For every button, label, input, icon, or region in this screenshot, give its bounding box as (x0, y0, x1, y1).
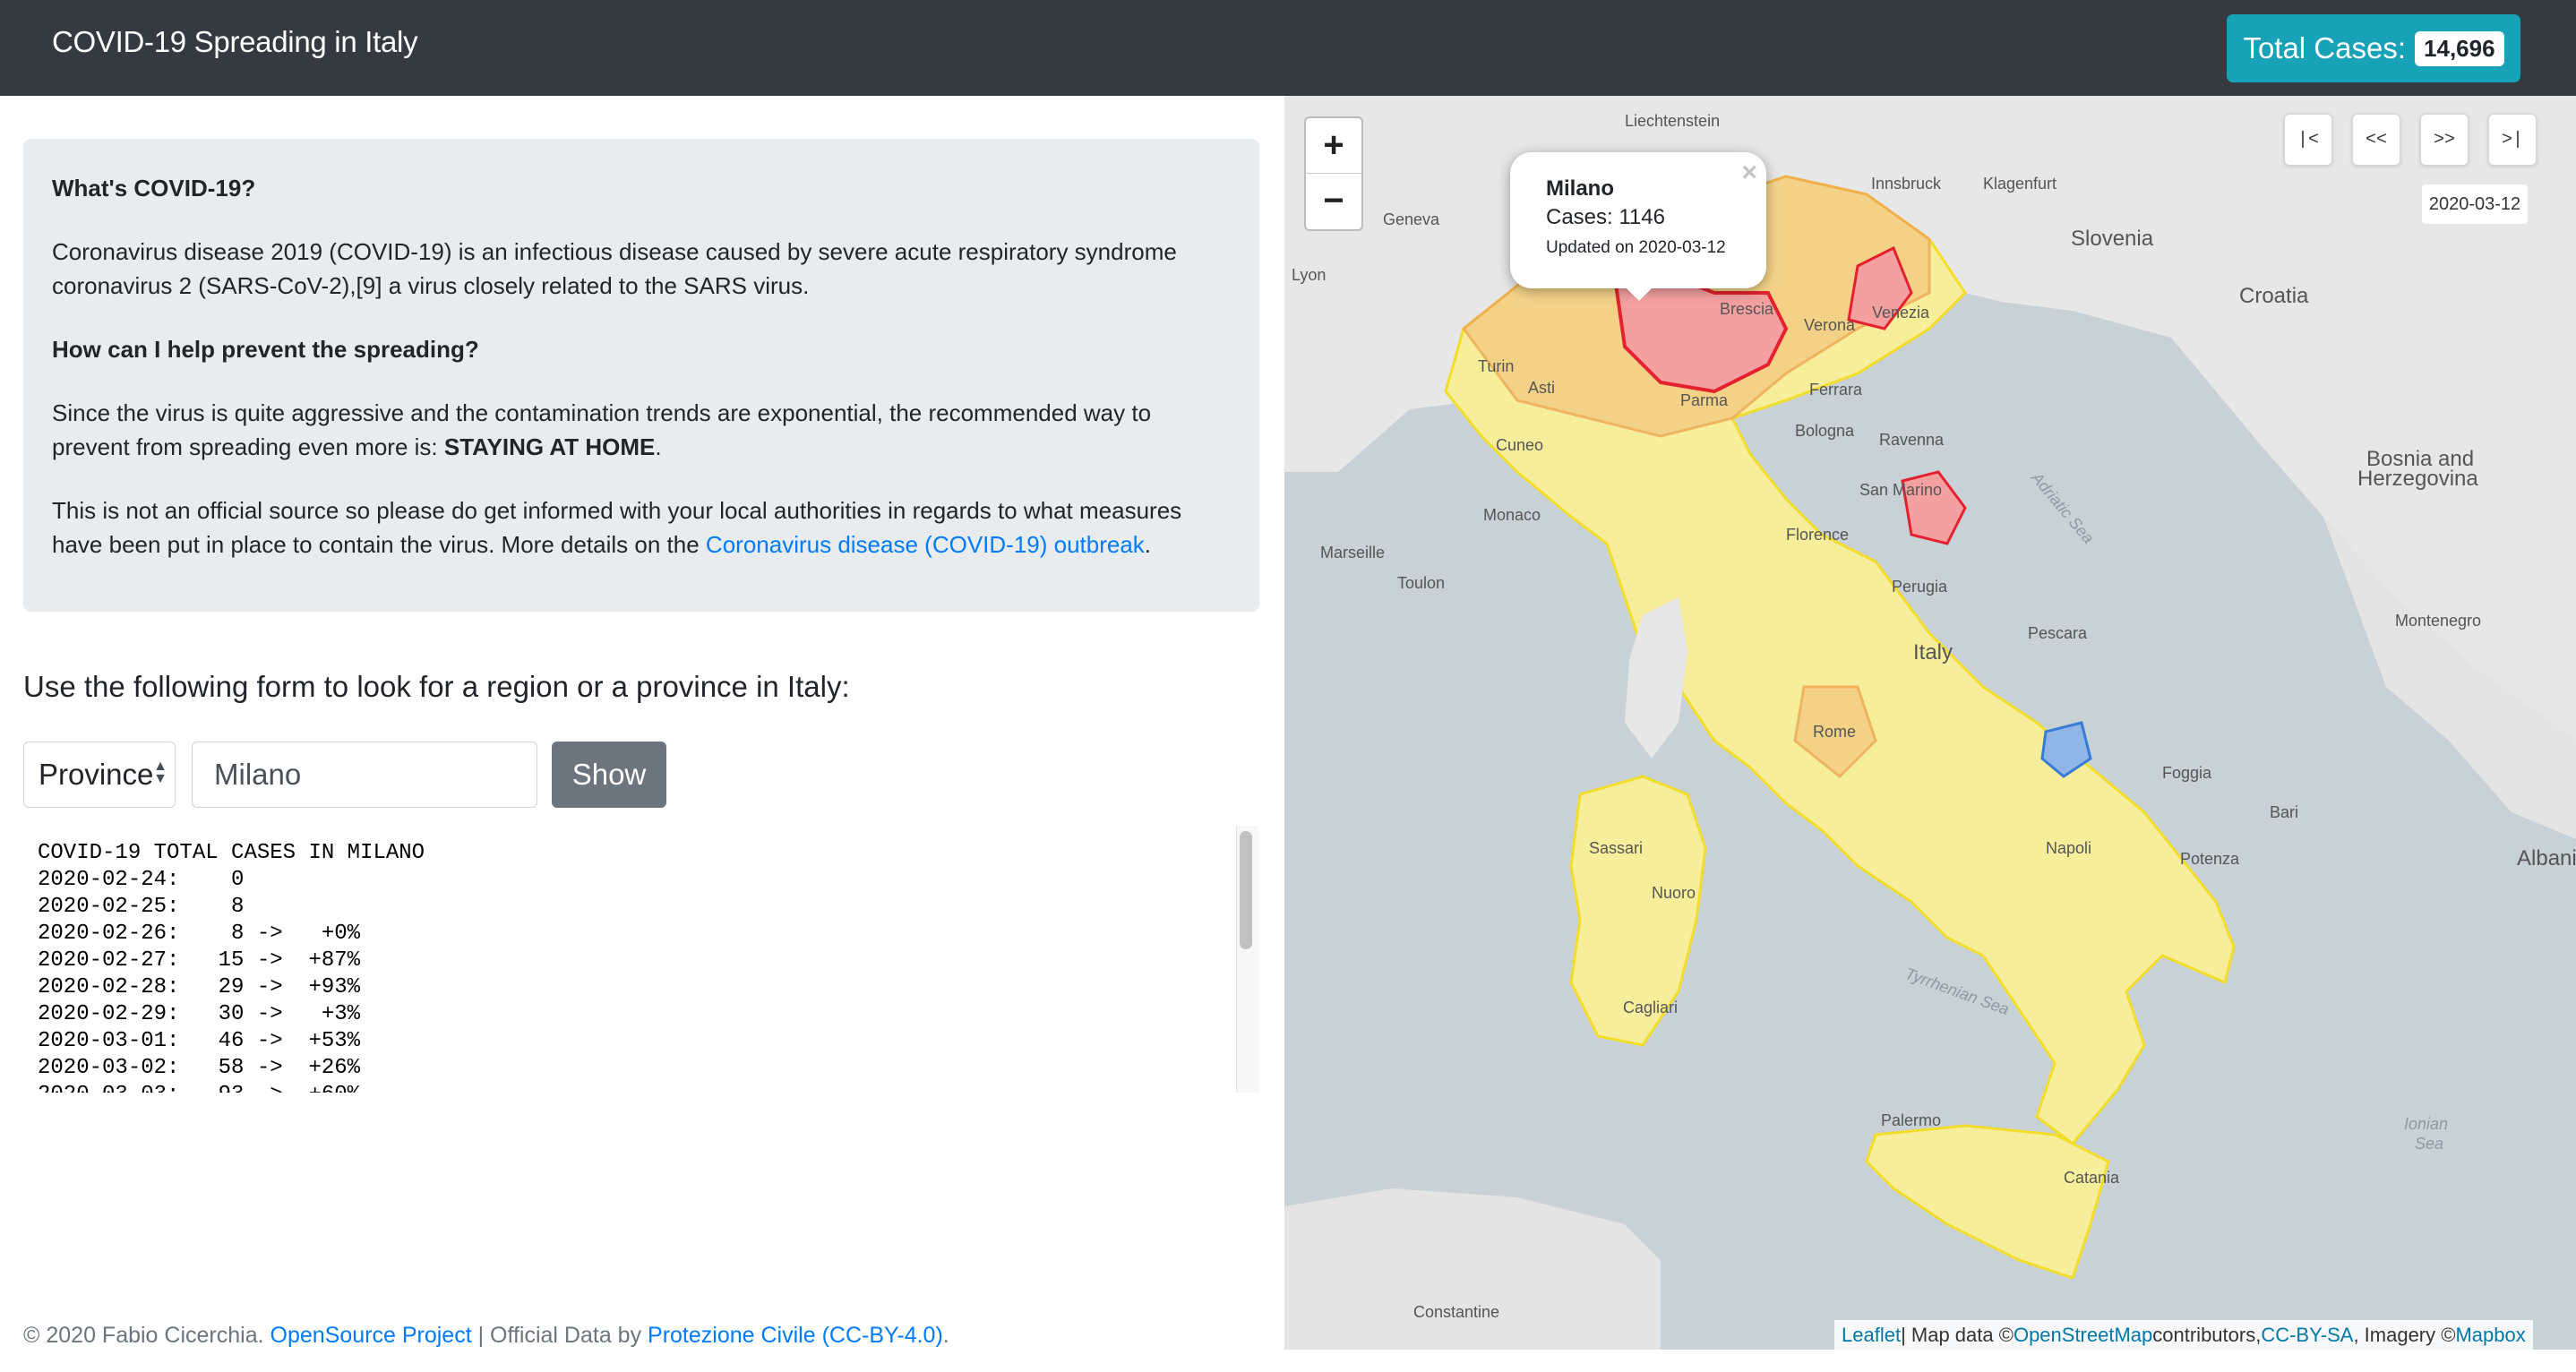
map-label: Potenza (2180, 850, 2240, 868)
ccbysa-link[interactable]: CC-BY-SA (2261, 1324, 2353, 1347)
map-label: Herzegovina (2357, 467, 2478, 491)
map-label: Innsbruck (1871, 175, 1942, 193)
map-label: Brescia (1720, 300, 1774, 318)
map-label: Catania (2064, 1169, 2120, 1187)
map-label: Napoli (2046, 839, 2092, 857)
map-label: Pescara (2028, 624, 2088, 642)
map-label: Lyon (1292, 266, 1327, 284)
zoom-in-button[interactable]: + (1306, 118, 1361, 174)
map-label: Turin (1478, 357, 1515, 375)
faq-answer-what: Coronavirus disease 2019 (COVID-19) is a… (52, 238, 1177, 299)
map-popup: × Milano Cases: 1146 Updated on 2020-03-… (1510, 152, 1766, 288)
map-label: Italy (1913, 640, 1953, 665)
popup-close-icon[interactable]: × (1741, 158, 1757, 188)
cases-output-text: COVID-19 TOTAL CASES IN MILANO 2020-02-2… (38, 841, 425, 1093)
copyright-text: © 2020 Fabio Cicerchia. (23, 1323, 264, 1348)
map-label: Slovenia (2071, 227, 2154, 251)
map-label: Parma (1680, 391, 1729, 409)
map-label: Marseille (1320, 544, 1386, 562)
map-label: Cuneo (1496, 436, 1544, 454)
navbar: COVID-19 Spreading in Italy Total Cases:… (0, 0, 2576, 96)
total-cases-label: Total Cases: (2243, 31, 2407, 64)
map-label: Foggia (2162, 764, 2212, 782)
map-label: Toulon (1397, 574, 1446, 592)
timeline-prev-button[interactable]: << (2352, 114, 2400, 166)
outbreak-link[interactable]: Coronavirus disease (COVID-19) outbreak (706, 531, 1145, 558)
map-region-sicily[interactable] (1865, 1124, 2110, 1280)
map-label: Bologna (1795, 422, 1855, 440)
map-label: Bari (2270, 803, 2299, 821)
map-attribution: Leaflet | Map data © OpenStreetMap contr… (1834, 1320, 2533, 1351)
current-date-label: 2020-03-12 (2422, 184, 2528, 224)
map-label: Cagliari (1623, 999, 1679, 1016)
map-label: Asti (1528, 379, 1556, 397)
disclaimer-text: This is not an official source so please… (52, 497, 1182, 558)
total-cases-badge: 14,696 (2415, 30, 2504, 66)
map-label: Perugia (1892, 578, 1948, 596)
zoom-control: + − (1304, 116, 1363, 231)
italy-map[interactable]: Liechtenstein Innsbruck Klagenfurt Genev… (1284, 96, 2576, 1350)
map-label: San Marino (1859, 481, 1943, 499)
map-label: Albania (2517, 846, 2576, 870)
faq-question-help: How can I help prevent the spreading? (52, 336, 479, 363)
faq-question-what: What's COVID-19? (52, 175, 256, 202)
map-label: Ferrara (1809, 381, 1863, 399)
osm-link[interactable]: OpenStreetMap (2014, 1324, 2152, 1347)
map-label: Florence (1786, 526, 1850, 544)
type-select[interactable]: Province ▲ ▼ (23, 742, 176, 808)
data-source-link[interactable]: Protezione Civile (CC-BY-4.0) (648, 1323, 943, 1348)
map-label: Palermo (1881, 1111, 1942, 1129)
total-cases-button[interactable]: Total Cases: 14,696 (2227, 14, 2520, 82)
map-land-africa (1284, 1188, 1661, 1350)
popup-tip (1623, 285, 1655, 301)
map-label: Liechtenstein (1625, 112, 1721, 130)
popup-updated: Updated on 2020-03-12 (1546, 238, 1726, 257)
popup-title: Milano (1546, 176, 1614, 201)
footer: © 2020 Fabio Cicerchia. OpenSource Proje… (23, 1323, 949, 1348)
popup-cases: Cases: 1146 (1546, 205, 1665, 229)
output-scrollbar-thumb[interactable] (1240, 831, 1252, 949)
map-label: Venezia (1872, 304, 1930, 322)
map-label: Sea (2415, 1135, 2444, 1153)
show-button[interactable]: Show (552, 742, 666, 808)
map-label: Croatia (2239, 284, 2309, 308)
map-label: Verona (1804, 316, 1856, 334)
app-title[interactable]: COVID-19 Spreading in Italy (52, 25, 418, 59)
timeline-last-button[interactable]: >| (2488, 114, 2537, 166)
map-label: Klagenfurt (1983, 175, 2057, 193)
map-label: Constantine (1413, 1303, 1500, 1321)
map-label: Geneva (1383, 210, 1440, 228)
select-arrows-icon: ▲ ▼ (153, 759, 167, 786)
map-label: Sassari (1589, 839, 1644, 857)
map-label: Ravenna (1879, 431, 1945, 449)
stay-home-emphasis: STAYING AT HOME (443, 433, 656, 460)
mapbox-link[interactable]: Mapbox (2455, 1324, 2525, 1347)
type-select-value: Province (39, 758, 154, 791)
timeline-first-button[interactable]: |< (2284, 114, 2332, 166)
map-label: Nuoro (1652, 884, 1696, 902)
map-label: Ionian (2404, 1115, 2449, 1133)
timeline-next-button[interactable]: >> (2420, 114, 2469, 166)
zoom-out-button[interactable]: − (1306, 174, 1361, 228)
leaflet-link[interactable]: Leaflet (1842, 1324, 1901, 1347)
map-label: Rome (1813, 723, 1857, 741)
faq-answer-help: Since the virus is quite aggressive and … (52, 399, 1152, 460)
info-jumbotron: What's COVID-19? Coronavirus disease 201… (23, 139, 1259, 612)
opensource-link[interactable]: OpenSource Project (270, 1323, 472, 1348)
map-tiles (1284, 96, 2576, 1350)
place-search-input[interactable] (192, 742, 537, 808)
cases-output[interactable]: COVID-19 TOTAL CASES IN MILANO 2020-02-2… (23, 826, 1259, 1093)
search-form-lead: Use the following form to look for a reg… (23, 670, 850, 703)
map-label: Monaco (1483, 506, 1541, 524)
map-label: Montenegro (2395, 612, 2482, 630)
